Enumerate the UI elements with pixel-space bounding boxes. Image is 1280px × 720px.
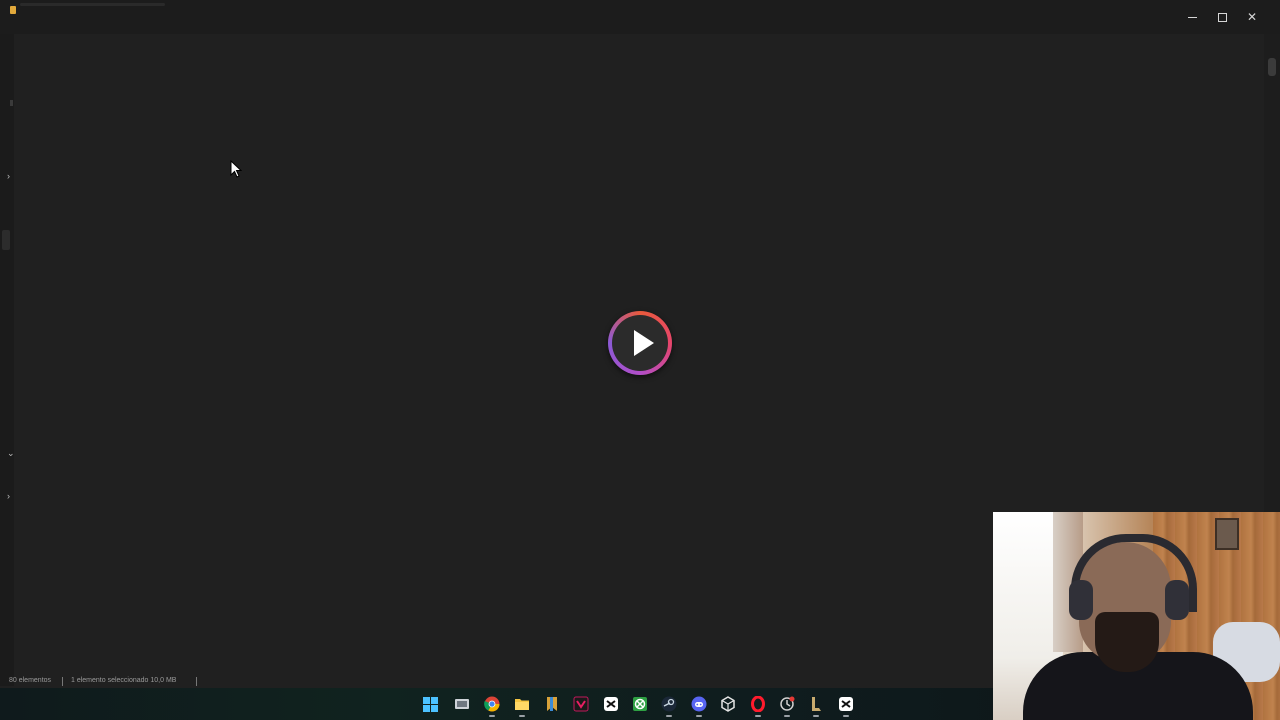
status-separator bbox=[196, 677, 197, 686]
capcut-secondary-icon[interactable] bbox=[837, 695, 855, 717]
chrome-icon[interactable] bbox=[483, 695, 501, 717]
webcam-person-beard bbox=[1095, 612, 1159, 672]
items-count: 80 elementos bbox=[9, 677, 52, 684]
pane-scroll-thumb[interactable] bbox=[2, 230, 10, 250]
windows-start-icon[interactable] bbox=[421, 695, 439, 713]
mouse-cursor-icon bbox=[230, 160, 242, 178]
play-button[interactable] bbox=[608, 311, 672, 375]
minimize-button[interactable] bbox=[1182, 8, 1202, 26]
capcut-icon[interactable] bbox=[602, 695, 620, 713]
steam-icon[interactable] bbox=[660, 695, 678, 717]
headset-earcup-left bbox=[1069, 580, 1093, 620]
vegas-app-icon[interactable] bbox=[572, 695, 590, 713]
clock-app-icon[interactable] bbox=[778, 695, 796, 717]
file-explorer-icon[interactable] bbox=[513, 695, 531, 717]
scroll-thumb[interactable] bbox=[1268, 58, 1276, 76]
desktop-screen: ✕ › ⌄ › 80 elementos 1 elemento seleccio… bbox=[0, 0, 1280, 720]
restore-button[interactable] bbox=[1212, 8, 1232, 26]
play-icon bbox=[634, 330, 654, 356]
restore-icon bbox=[1217, 13, 1227, 23]
app-icon bbox=[10, 6, 16, 14]
webcam-picture-frame bbox=[1215, 518, 1239, 550]
status-separator bbox=[62, 677, 63, 686]
pane-marker bbox=[10, 100, 13, 106]
bookmark-app-icon[interactable] bbox=[543, 695, 561, 713]
discord-icon[interactable] bbox=[690, 695, 708, 717]
play-button-face bbox=[612, 315, 668, 371]
tab-strip bbox=[20, 3, 165, 6]
minimize-icon bbox=[1187, 17, 1197, 19]
headset-earcup-right bbox=[1165, 580, 1189, 620]
navigation-pane: › ⌄ › bbox=[0, 34, 15, 686]
league-launcher-icon[interactable] bbox=[807, 695, 825, 717]
task-view-icon[interactable] bbox=[453, 695, 471, 713]
xbox-icon[interactable] bbox=[631, 695, 649, 713]
selection-info: 1 elemento seleccionado 10,0 MB bbox=[71, 677, 177, 684]
opera-gx-icon[interactable] bbox=[749, 695, 767, 717]
collapse-chevron-icon[interactable]: ⌄ bbox=[7, 448, 15, 458]
unity-icon[interactable] bbox=[719, 695, 737, 713]
webcam-overlay bbox=[993, 512, 1280, 720]
expand-chevron-icon[interactable]: › bbox=[7, 171, 10, 181]
expand-chevron-icon[interactable]: › bbox=[7, 491, 10, 501]
title-bar: ✕ bbox=[0, 0, 1280, 34]
close-button[interactable]: ✕ bbox=[1242, 8, 1262, 26]
